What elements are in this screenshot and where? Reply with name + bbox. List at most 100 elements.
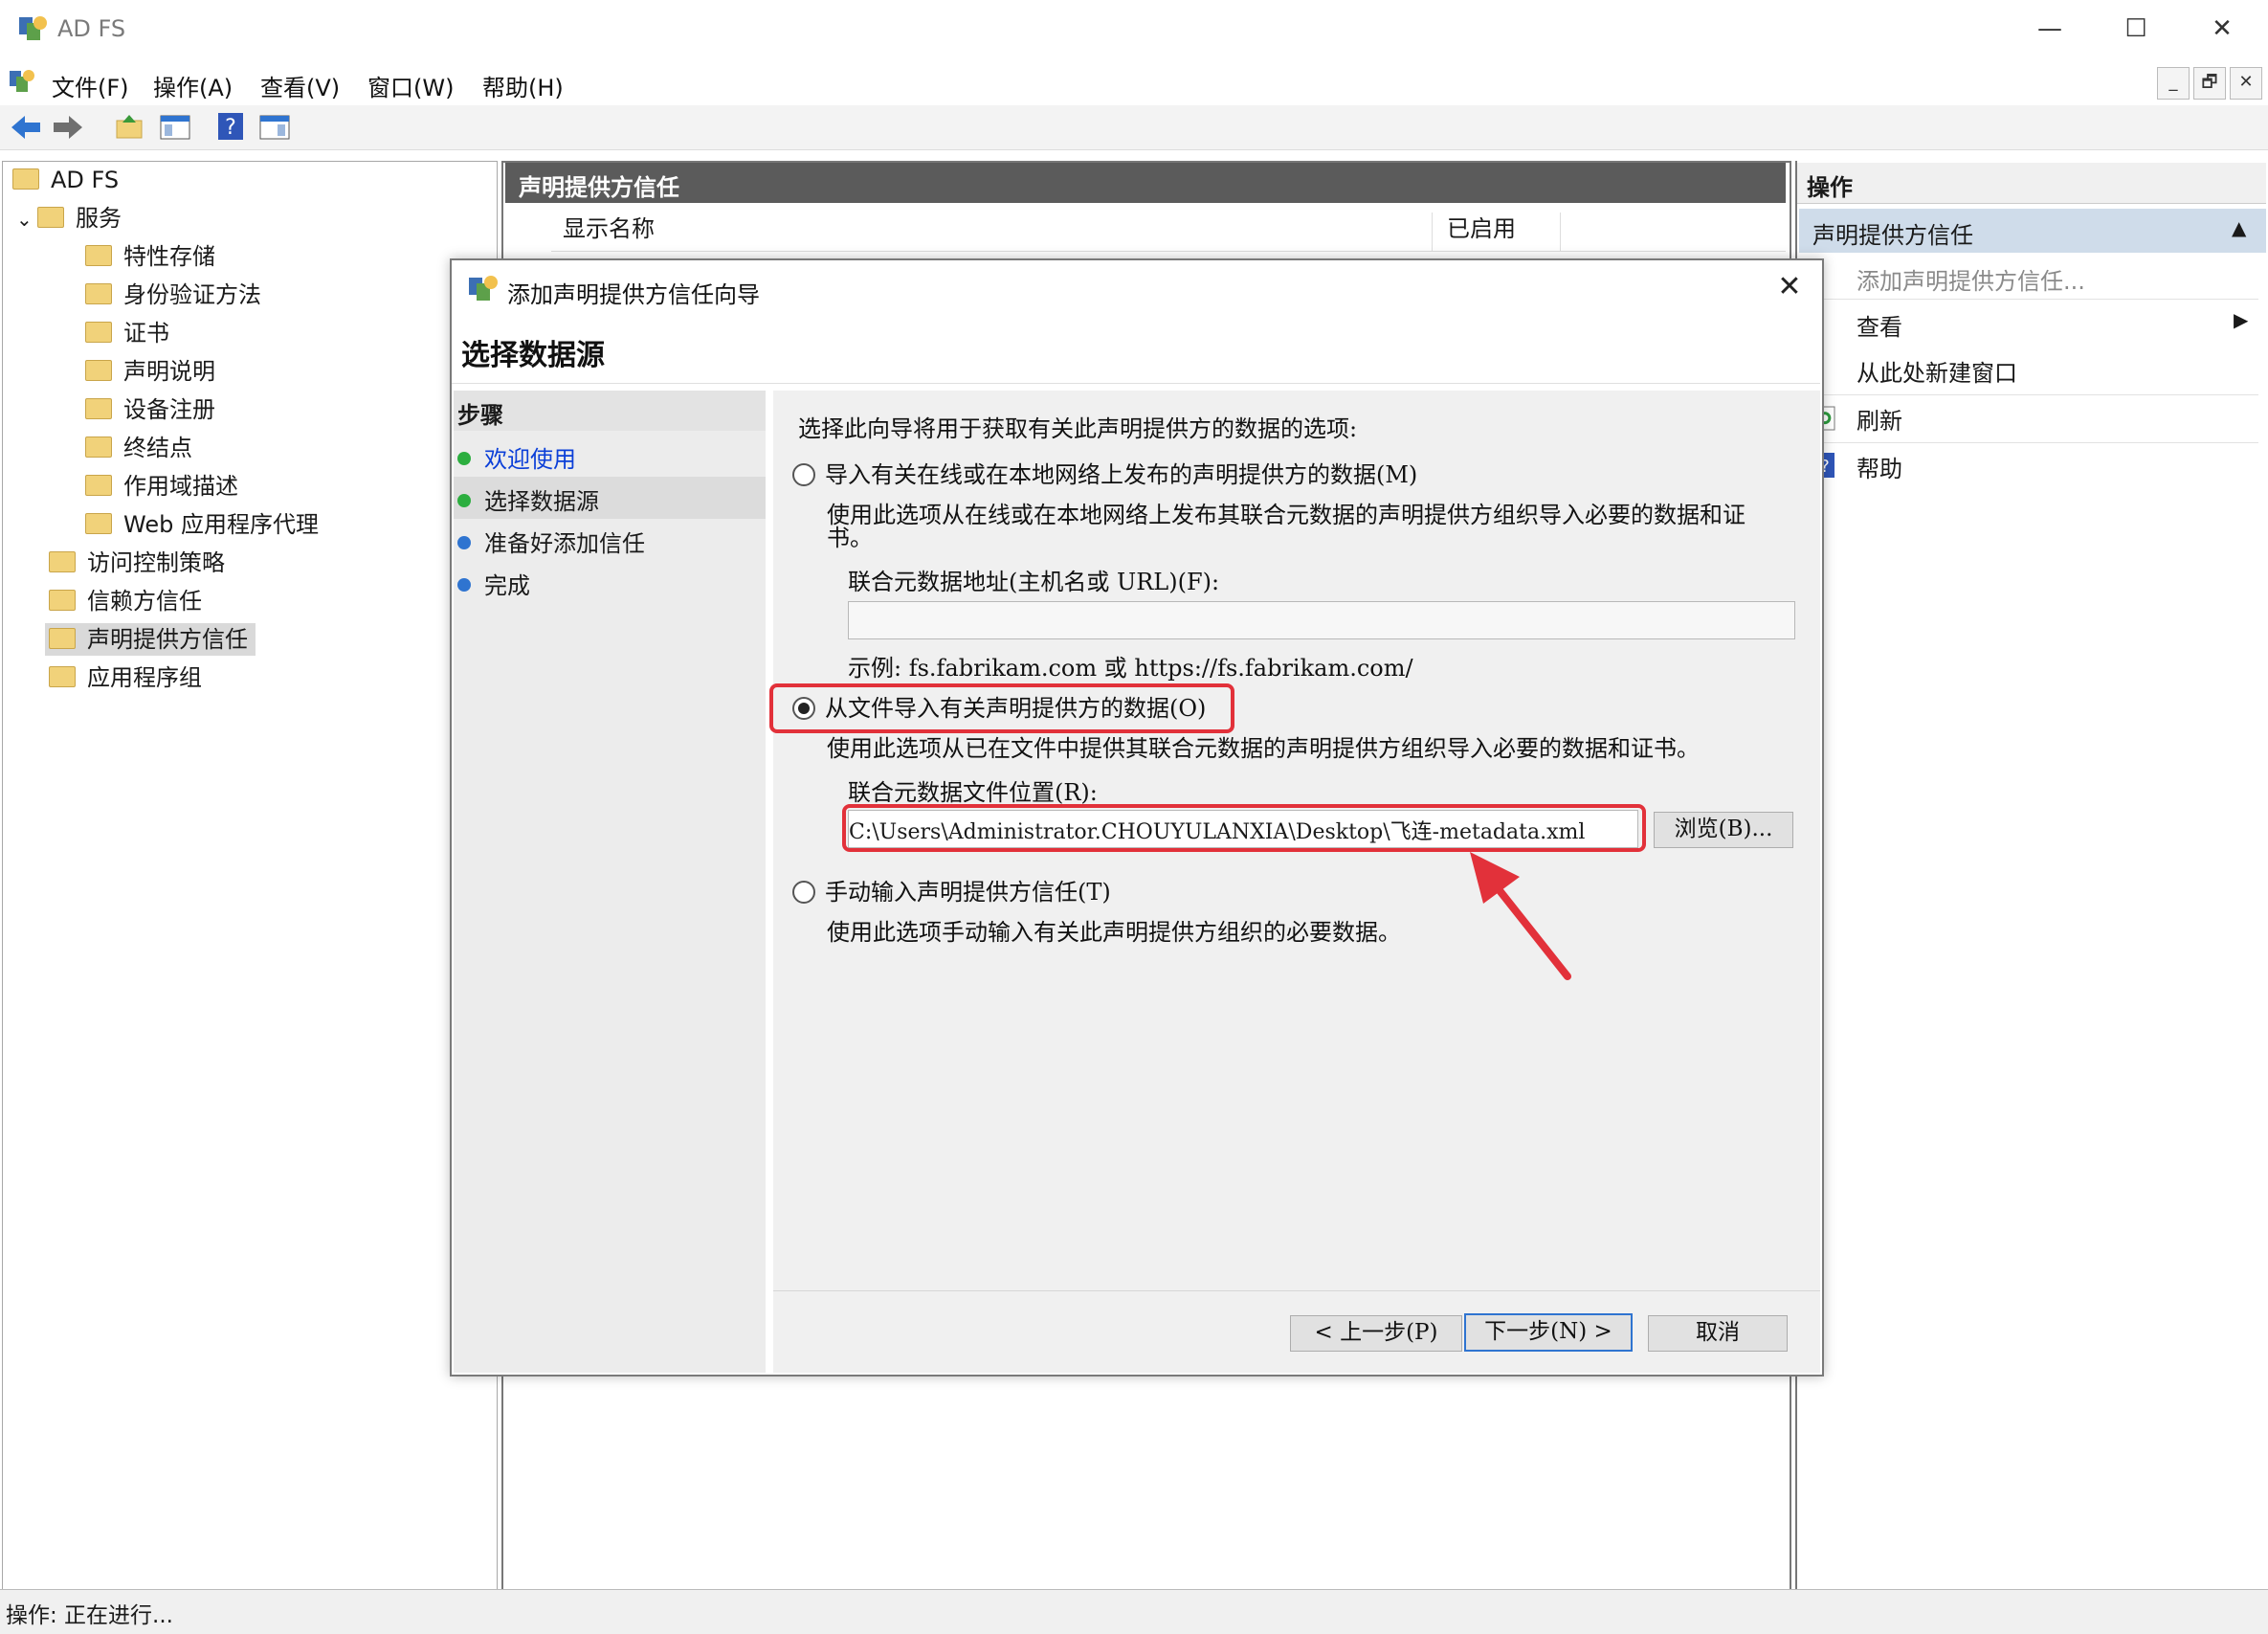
actions-title-bar bbox=[1797, 163, 2266, 204]
tree-item-app-groups[interactable]: 应用程序组 bbox=[49, 661, 202, 694]
action-view[interactable]: 查看 bbox=[1857, 308, 1902, 342]
tree-item-certificates[interactable]: 证书 bbox=[85, 317, 169, 349]
radio-selected[interactable] bbox=[792, 696, 815, 720]
highlight-box-file-path bbox=[842, 804, 1646, 852]
show-hide-tree-icon[interactable] bbox=[159, 113, 191, 142]
step-status-dot bbox=[457, 536, 471, 549]
show-hide-action-pane-icon[interactable] bbox=[258, 113, 291, 142]
menu-bar bbox=[0, 59, 2268, 105]
option-online-radio[interactable]: 导入有关在线或在本地网络上发布的声明提供方的数据(M) bbox=[792, 456, 1417, 489]
actions-title: 操作 bbox=[1807, 174, 1853, 201]
submenu-arrow-icon: ▶ bbox=[2234, 308, 2249, 331]
toolbar bbox=[0, 105, 2268, 150]
center-header-title: 声明提供方信任 bbox=[519, 174, 679, 201]
red-arrow-annotation bbox=[1470, 852, 1571, 980]
radio-unselected[interactable] bbox=[792, 462, 815, 486]
tree-item-claim-descriptions[interactable]: 声明说明 bbox=[85, 355, 215, 388]
column-divider bbox=[1560, 213, 1561, 251]
option-manual-radio[interactable]: 手动输入声明提供方信任(T) bbox=[792, 873, 1111, 907]
status-text: 操作: 正在进行... bbox=[6, 1603, 173, 1628]
mdi-minimize-button[interactable]: _ bbox=[2157, 67, 2190, 100]
folder-icon bbox=[85, 475, 112, 496]
wizard-icon bbox=[469, 276, 498, 301]
actions-separator bbox=[1799, 442, 2258, 443]
action-new-window[interactable]: 从此处新建窗口 bbox=[1857, 354, 2017, 388]
browse-button[interactable]: 浏览(B)... bbox=[1654, 812, 1793, 848]
menu-window[interactable]: 窗口(W) bbox=[367, 69, 454, 102]
button-divider bbox=[773, 1290, 1820, 1291]
menu-help[interactable]: 帮助(H) bbox=[482, 69, 564, 102]
actions-section-title: 声明提供方信任 bbox=[1812, 222, 1973, 249]
option-file-desc: 使用此选项从已在文件中提供其联合元数据的声明提供方组织导入必要的数据和证书。 bbox=[827, 735, 1700, 762]
tree-item-claims-provider[interactable]: 声明提供方信任 bbox=[45, 623, 256, 656]
title-bar bbox=[0, 0, 2268, 59]
column-divider bbox=[1432, 213, 1433, 251]
column-enabled[interactable]: 已启用 bbox=[1447, 207, 1516, 251]
adfs-app-icon bbox=[19, 16, 47, 40]
step-status-dot bbox=[457, 452, 471, 465]
option-file-radio[interactable]: 从文件导入有关声明提供方的数据(O) bbox=[792, 689, 1206, 723]
previous-button[interactable]: < 上一步(P) bbox=[1290, 1315, 1462, 1352]
menu-file[interactable]: 文件(F) bbox=[52, 69, 129, 102]
folder-icon bbox=[85, 245, 112, 266]
action-add-claims-provider[interactable]: 添加声明提供方信任... bbox=[1857, 262, 2085, 296]
radio-unselected[interactable] bbox=[792, 880, 815, 904]
window-title: AD FS bbox=[57, 15, 126, 42]
tree-item-auth-methods[interactable]: 身份验证方法 bbox=[85, 279, 261, 311]
actions-separator bbox=[1799, 394, 2258, 395]
option-online-desc: 使用此选项从在线或在本地网络上发布其联合元数据的声明提供方组织导入必要的数据和证 bbox=[827, 502, 1745, 528]
maximize-button[interactable]: ☐ bbox=[2107, 10, 2165, 48]
chevron-down-icon[interactable]: ⌄ bbox=[16, 203, 37, 235]
menu-view[interactable]: 查看(V) bbox=[260, 69, 340, 102]
status-bar bbox=[0, 1589, 2268, 1634]
option-manual-desc: 使用此选项手动输入有关此声明提供方组织的必要数据。 bbox=[827, 919, 1401, 946]
metadata-url-example: 示例: fs.fabrikam.com 或 https://fs.fabrika… bbox=[848, 655, 1413, 682]
back-arrow-icon[interactable] bbox=[10, 113, 42, 142]
menu-action[interactable]: 操作(A) bbox=[153, 69, 233, 102]
collapse-up-icon[interactable]: ▲ bbox=[2232, 216, 2246, 239]
mmc-menu-icon bbox=[10, 70, 34, 92]
add-claims-provider-wizard: 添加声明提供方信任向导 ✕ 选择数据源 步骤 欢迎使用 选择数据源 准备好添加信… bbox=[450, 258, 1824, 1377]
folder-icon bbox=[85, 436, 112, 458]
tree-item-access-control[interactable]: 访问控制策略 bbox=[49, 547, 225, 579]
folder-icon bbox=[12, 168, 39, 190]
minimize-button[interactable]: — bbox=[2021, 10, 2079, 48]
step-select-source: 选择数据源 bbox=[457, 482, 599, 516]
up-folder-icon[interactable] bbox=[115, 113, 144, 142]
tree-item-endpoints[interactable]: 终结点 bbox=[85, 432, 192, 464]
column-header-row bbox=[551, 209, 1786, 252]
tree-item-adfs[interactable]: AD FS bbox=[12, 164, 119, 196]
folder-icon bbox=[37, 207, 64, 228]
cancel-button[interactable]: 取消 bbox=[1648, 1315, 1788, 1352]
folder-icon bbox=[85, 360, 112, 381]
svg-text:?: ? bbox=[225, 116, 236, 140]
tree-item-device-registration[interactable]: 设备注册 bbox=[85, 393, 215, 426]
actions-separator bbox=[1799, 299, 2258, 300]
tree-item-web-app-proxy[interactable]: Web 应用程序代理 bbox=[85, 508, 319, 541]
wizard-close-button[interactable]: ✕ bbox=[1768, 266, 1811, 308]
intro-text: 选择此向导将用于获取有关此声明提供方的数据的选项: bbox=[798, 415, 1358, 442]
folder-icon bbox=[49, 666, 76, 687]
close-window-button[interactable]: ✕ bbox=[2193, 10, 2251, 48]
step-status-dot bbox=[457, 494, 471, 507]
tree-item-attribute-stores[interactable]: 特性存储 bbox=[85, 240, 215, 273]
folder-icon bbox=[49, 590, 76, 611]
column-display-name[interactable]: 显示名称 bbox=[563, 207, 655, 251]
mdi-restore-button[interactable]: 🗗 bbox=[2193, 67, 2226, 100]
metadata-file-label: 联合元数据文件位置(R): bbox=[848, 779, 1098, 806]
steps-title: 步骤 bbox=[457, 402, 503, 429]
folder-icon bbox=[49, 551, 76, 572]
step-welcome[interactable]: 欢迎使用 bbox=[457, 440, 576, 474]
metadata-url-input[interactable] bbox=[848, 601, 1795, 639]
forward-arrow-icon[interactable] bbox=[52, 113, 84, 142]
help-icon[interactable]: ? bbox=[216, 111, 245, 142]
action-help[interactable]: 帮助 bbox=[1857, 450, 1902, 483]
tree-item-relying-party[interactable]: 信赖方信任 bbox=[49, 585, 202, 617]
action-refresh[interactable]: 刷新 bbox=[1857, 402, 1902, 436]
next-button[interactable]: 下一步(N) > bbox=[1464, 1313, 1633, 1352]
mdi-close-button[interactable]: ✕ bbox=[2230, 67, 2262, 100]
folder-icon bbox=[49, 628, 76, 649]
tree-item-services[interactable]: ⌄ 服务 bbox=[16, 202, 122, 235]
step-ready: 准备好添加信任 bbox=[457, 525, 645, 558]
tree-item-scope-descriptions[interactable]: 作用域描述 bbox=[85, 470, 238, 503]
